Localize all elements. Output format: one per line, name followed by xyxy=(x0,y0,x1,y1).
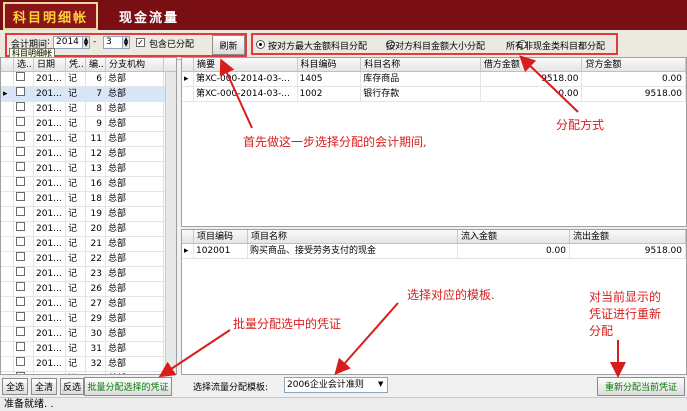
annotation-arrows xyxy=(158,55,626,378)
arrow-to-method xyxy=(519,55,579,113)
arrow-to-template xyxy=(334,302,399,375)
arrow-to-period xyxy=(219,58,253,129)
arrow-to-batch xyxy=(158,329,231,378)
